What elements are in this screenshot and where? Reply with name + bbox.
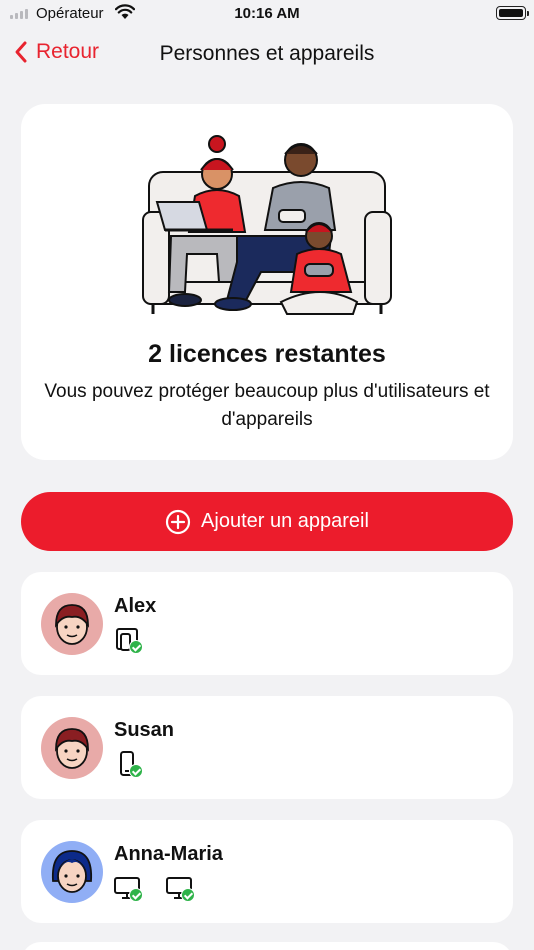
family-illustration [142,135,392,315]
monitor-icon [166,875,195,902]
status-bar: Opérateur 10:16 AM [0,0,534,30]
person-card-next[interactable] [21,942,513,950]
device-list [114,627,143,654]
page-title: Personnes et appareils [159,42,375,65]
check-icon [129,888,143,902]
phone-icon [114,751,143,778]
add-device-button[interactable]: Ajouter un appareil [21,492,513,551]
clock: 10:16 AM [234,5,300,22]
person-name: Alex [114,595,157,617]
check-icon [129,764,143,778]
licenses-title: 2 licences restantes [148,340,386,368]
person-avatar-icon [51,850,93,893]
person-card-anna-maria[interactable]: Anna-Maria [21,820,513,923]
person-card-alex[interactable]: Alex [21,572,513,675]
avatar [41,717,103,779]
check-icon [129,640,143,654]
device-list [114,875,195,902]
multi-device-icon [114,627,143,654]
person-card-susan[interactable]: Susan [21,696,513,799]
licenses-subtitle: Vous pouvez protéger beaucoup plus d'uti… [44,381,490,430]
plus-circle-icon [165,509,191,534]
person-avatar-icon [55,728,89,769]
add-device-label: Ajouter un appareil [201,510,369,532]
device-list [114,751,143,778]
person-name: Susan [114,719,175,741]
person-name: Anna-Maria [114,843,223,865]
licenses-card: 2 licences restantes Vous pouvez protége… [21,104,513,460]
battery-icon [496,6,529,20]
monitor-icon [114,875,143,902]
check-icon [181,888,195,902]
nav-bar: Retour Personnes et appareils [0,36,534,76]
person-avatar-icon [55,604,89,645]
avatar [41,841,103,903]
avatar [41,593,103,655]
